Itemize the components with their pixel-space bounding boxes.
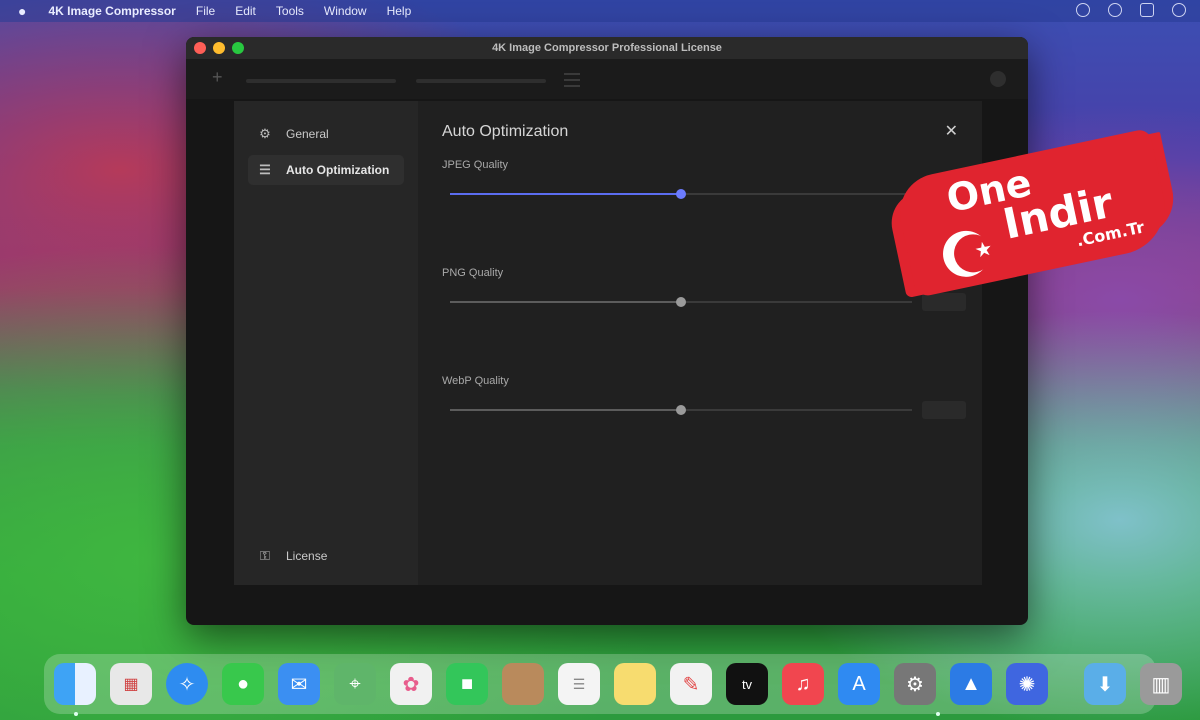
gear-icon: ⚙	[259, 126, 271, 141]
toolbar-placeholder	[416, 79, 546, 83]
png-quality-slider[interactable]	[450, 297, 912, 307]
add-icon[interactable]: +	[212, 67, 223, 88]
app-icon[interactable]: ✺	[1006, 663, 1048, 705]
slider-fill	[450, 409, 681, 411]
dock: ▦ ✧ ● ✉ ⌖ ✿ ■ ☰ ✎ tv ♫ A ⚙ ▲ ✺ ⬇ ▥	[44, 654, 1182, 714]
webp-quality-label: WebP Quality	[442, 375, 509, 387]
slider-thumb[interactable]	[676, 189, 686, 199]
sidebar-item-label: License	[286, 549, 328, 563]
menu-edit[interactable]: Edit	[235, 4, 256, 18]
finder-icon[interactable]	[54, 663, 96, 705]
siri-icon[interactable]	[1172, 3, 1186, 17]
window-titlebar[interactable]: 4K Image Compressor Professional License	[186, 37, 1028, 59]
page-title: Auto Optimization	[442, 123, 569, 140]
jpeg-quality-slider-row	[442, 185, 966, 203]
running-indicator	[936, 712, 940, 716]
spotlight-search-icon[interactable]	[1108, 3, 1122, 17]
app-toolbar: +	[186, 59, 1028, 99]
jpeg-quality-slider[interactable]	[450, 189, 912, 199]
png-quality-section: PNG Quality	[442, 267, 966, 327]
safari-icon[interactable]: ✧	[166, 663, 208, 705]
webp-quality-section: WebP Quality	[442, 375, 966, 435]
menu-window[interactable]: Window	[324, 4, 367, 18]
contacts-icon[interactable]	[502, 663, 544, 705]
toolbar-circle-icon[interactable]	[990, 71, 1006, 87]
zoom-window-button[interactable]	[232, 42, 244, 54]
messages-icon[interactable]: ●	[222, 663, 264, 705]
close-window-button[interactable]	[194, 42, 206, 54]
settings-sidebar: ⚙ General ☰ Auto Optimization ⚿ License	[234, 101, 418, 585]
reminders-icon[interactable]: ☰	[558, 663, 600, 705]
slider-thumb[interactable]	[676, 297, 686, 307]
window-title: 4K Image Compressor Professional License	[492, 42, 722, 54]
status-app-icon[interactable]	[1076, 3, 1090, 17]
png-quality-label: PNG Quality	[442, 267, 504, 279]
tv-icon[interactable]: tv	[726, 663, 768, 705]
running-indicator	[74, 712, 78, 716]
menu-help[interactable]: Help	[387, 4, 412, 18]
png-quality-slider-row	[442, 293, 966, 311]
freeform-icon[interactable]: ✎	[670, 663, 712, 705]
slider-fill	[450, 301, 681, 303]
sidebar-item-license[interactable]: ⚿ License	[248, 541, 404, 571]
slider-thumb[interactable]	[676, 405, 686, 415]
menu-tools[interactable]: Tools	[276, 4, 304, 18]
launchpad-icon[interactable]: ▦	[110, 663, 152, 705]
sidebar-item-general[interactable]: ⚙ General	[248, 119, 404, 149]
notes-icon[interactable]	[614, 663, 656, 705]
menu-icon[interactable]	[564, 73, 580, 87]
minimize-window-button[interactable]	[213, 42, 225, 54]
sidebar-item-auto-optimization[interactable]: ☰ Auto Optimization	[248, 155, 404, 185]
toolbar-placeholder	[246, 79, 396, 83]
app-store-icon[interactable]: A	[838, 663, 880, 705]
webp-quality-slider-row	[442, 401, 966, 419]
downloads-folder-icon[interactable]: ⬇	[1084, 663, 1126, 705]
menu-app-name[interactable]: 4K Image Compressor	[48, 4, 175, 18]
control-center-icon[interactable]	[1140, 3, 1154, 17]
4k-image-compressor-icon[interactable]: ▲	[950, 663, 992, 705]
trash-icon[interactable]: ▥	[1140, 663, 1182, 705]
system-settings-icon[interactable]: ⚙	[894, 663, 936, 705]
menu-bar-status-icons	[1076, 3, 1186, 17]
music-icon[interactable]: ♫	[782, 663, 824, 705]
sidebar-item-label: General	[286, 127, 329, 141]
sliders-icon: ☰	[259, 162, 271, 177]
webp-quality-value[interactable]	[922, 401, 966, 419]
key-icon: ⚿	[260, 548, 270, 563]
app-window: 4K Image Compressor Professional License…	[186, 37, 1028, 625]
maps-icon[interactable]: ⌖	[334, 663, 376, 705]
mail-icon[interactable]: ✉	[278, 663, 320, 705]
apple-menu-icon[interactable]: ●	[18, 3, 26, 19]
menu-bar: ● 4K Image Compressor File Edit Tools Wi…	[0, 0, 1200, 22]
close-icon[interactable]: ✕	[945, 121, 958, 141]
settings-dialog: ⚙ General ☰ Auto Optimization ⚿ License …	[234, 101, 982, 585]
sidebar-item-label: Auto Optimization	[286, 163, 390, 177]
window-controls	[194, 42, 244, 54]
facetime-icon[interactable]: ■	[446, 663, 488, 705]
slider-fill	[450, 193, 681, 195]
webp-quality-slider[interactable]	[450, 405, 912, 415]
menu-file[interactable]: File	[196, 4, 215, 18]
photos-icon[interactable]: ✿	[390, 663, 432, 705]
